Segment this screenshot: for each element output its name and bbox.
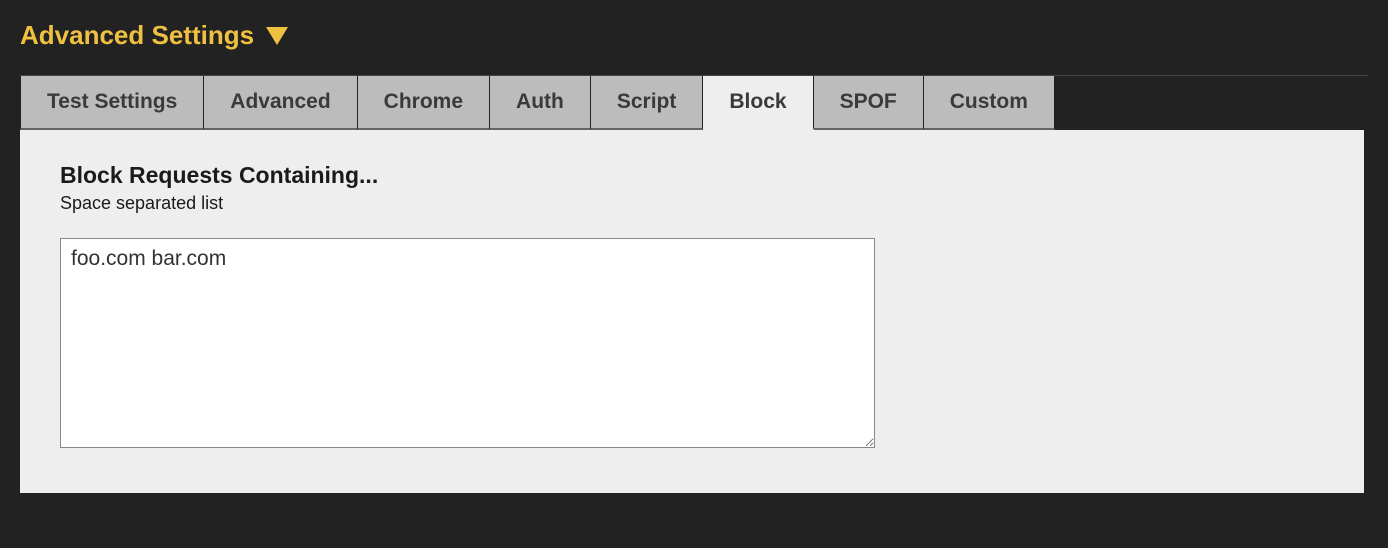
advanced-settings-toggle[interactable]: Advanced Settings: [20, 20, 1368, 51]
page-title: Advanced Settings: [20, 20, 254, 51]
tab-auth[interactable]: Auth: [490, 76, 591, 130]
block-requests-input[interactable]: [60, 238, 875, 448]
section-subtitle: Space separated list: [60, 193, 1324, 214]
tab-test-settings[interactable]: Test Settings: [20, 76, 204, 130]
chevron-down-icon: [266, 27, 288, 45]
tab-block[interactable]: Block: [703, 76, 813, 130]
section-title: Block Requests Containing...: [60, 162, 1324, 189]
tab-spof[interactable]: SPOF: [814, 76, 924, 130]
tab-chrome[interactable]: Chrome: [358, 76, 490, 130]
tab-script[interactable]: Script: [591, 76, 704, 130]
panel-block: Block Requests Containing... Space separ…: [20, 130, 1364, 493]
tab-bar: Test Settings Advanced Chrome Auth Scrip…: [20, 75, 1368, 130]
tab-custom[interactable]: Custom: [924, 76, 1055, 130]
tab-advanced[interactable]: Advanced: [204, 76, 357, 130]
